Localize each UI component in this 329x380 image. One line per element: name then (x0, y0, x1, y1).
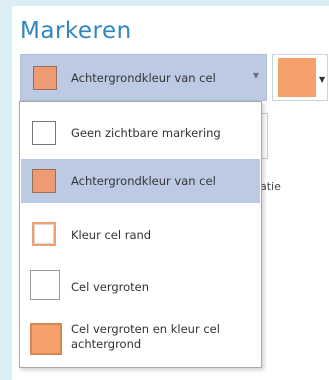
dropdown-item-achtergrondkleur[interactable]: Achtergrondkleur van cel (21, 159, 260, 203)
large-empty-box-icon (30, 270, 60, 300)
partial-label-text: atie (260, 180, 281, 193)
large-filled-orange-box-icon (30, 323, 62, 355)
chevron-down-icon[interactable]: ▼ (319, 75, 325, 84)
dropdown-item-vergroten-en-kleur[interactable]: Cel vergroten en kleur cel achtergrond (21, 314, 260, 366)
chevron-down-icon[interactable]: ▼ (253, 71, 259, 80)
dropdown-item-label: Kleur cel rand (71, 228, 152, 242)
orange-border-box-icon (32, 222, 56, 246)
color-chip (278, 58, 316, 97)
dropdown-item-label: Geen zichtbare markering (71, 126, 221, 140)
dropdown-item-label: Cel vergroten (71, 280, 150, 294)
dropdown-item-label: Achtergrondkleur van cel (71, 174, 216, 188)
dropdown-item-geen-markering[interactable]: Geen zichtbare markering (21, 111, 260, 155)
dropdown-item-cel-vergroten[interactable]: Cel vergroten (21, 263, 260, 307)
dropdown-item-label: Cel vergroten en kleur cel achtergrond (71, 322, 220, 351)
filled-orange-box-icon (32, 169, 56, 193)
highlight-type-dropdown: Geen zichtbare markering Achtergrondkleu… (19, 101, 262, 368)
dropdown-item-kleur-cel-rand[interactable]: Kleur cel rand (21, 212, 260, 256)
highlight-type-combobox[interactable]: Achtergrondkleur van cel ▼ (20, 54, 267, 101)
combobox-selected-label: Achtergrondkleur van cel (71, 71, 216, 85)
section-title: Markeren (20, 18, 132, 44)
empty-box-icon (32, 121, 56, 145)
selected-swatch-icon (33, 66, 57, 90)
color-picker-button[interactable]: ▼ (272, 54, 328, 101)
